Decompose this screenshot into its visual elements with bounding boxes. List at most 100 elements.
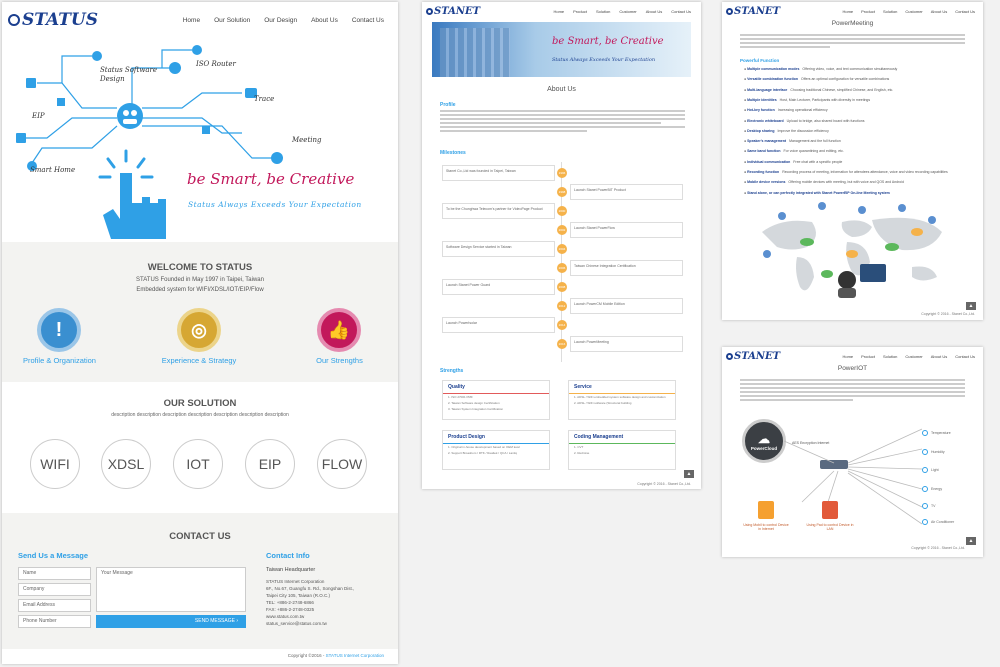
hub-users-icon xyxy=(117,103,143,129)
profile-heading: Profile xyxy=(440,102,456,108)
nav-contact-us[interactable]: Contact Us xyxy=(955,354,975,359)
strengths-thumb-icon[interactable]: 👍 xyxy=(317,308,361,352)
chart-icon xyxy=(57,98,65,106)
nav-solution[interactable]: Solution xyxy=(883,354,897,359)
nav-product[interactable]: Product xyxy=(573,9,587,14)
scroll-top-button[interactable]: ▲ xyxy=(966,302,976,310)
nav-customer[interactable]: Customer xyxy=(619,9,636,14)
strength-card-service: Service 1. ADSL / WiFi embedded system s… xyxy=(568,380,676,420)
milestone-box: To be the Chunghwa Telecom's partner for… xyxy=(442,203,555,219)
nav-customer[interactable]: Customer xyxy=(905,9,922,14)
function-item: ● Individual communication Free chat with… xyxy=(744,159,843,164)
scroll-top-button[interactable]: ▲ xyxy=(684,470,694,478)
stanet-logo[interactable]: STANET xyxy=(726,6,780,17)
nav-customer[interactable]: Customer xyxy=(905,354,922,359)
nav-home[interactable]: Home xyxy=(553,9,564,14)
status-header: STATUS Home Our Solution Our Design Abou… xyxy=(2,2,398,38)
nav-about-us[interactable]: About Us xyxy=(931,9,947,14)
nav-home[interactable]: Home xyxy=(842,354,853,359)
profile-text-lines xyxy=(440,110,685,134)
eip-icon xyxy=(26,78,36,88)
meeting-header: STANET Home Product Solution Customer Ab… xyxy=(722,2,983,20)
nav-product[interactable]: Product xyxy=(861,9,875,14)
nav-contact-us[interactable]: Contact Us xyxy=(955,9,975,14)
email-input[interactable]: Email Address xyxy=(18,599,91,612)
scroll-top-button[interactable]: ▲ xyxy=(966,537,976,545)
nav-product[interactable]: Product xyxy=(861,354,875,359)
solution-flow[interactable]: FLOW xyxy=(317,439,367,489)
logo-orbit-icon xyxy=(8,14,20,26)
strategy-target-icon[interactable]: ◎ xyxy=(177,308,221,352)
nav-our-solution[interactable]: Our Solution xyxy=(214,17,250,24)
company-input[interactable]: Company xyxy=(18,583,91,596)
air-conditioner-icon xyxy=(922,519,928,525)
nav-our-design[interactable]: Our Design xyxy=(264,17,297,24)
nav-about-us[interactable]: About Us xyxy=(931,354,947,359)
email-link[interactable]: status_service@status.com.tw xyxy=(266,620,354,627)
function-item: ● Electronic whiteboard Upload to bridge,… xyxy=(744,118,865,123)
humidity-icon xyxy=(922,449,928,455)
iot-connection-lines xyxy=(783,428,922,525)
stanet-logo[interactable]: STANET xyxy=(426,6,480,17)
name-input[interactable]: Name xyxy=(18,567,91,580)
device-tv: TV xyxy=(922,503,935,509)
energy-icon xyxy=(922,486,928,492)
status-nav: Home Our Solution Our Design About Us Co… xyxy=(183,17,384,24)
feature-experience-strategy[interactable]: Experience & Strategy xyxy=(149,356,249,365)
send-message-button[interactable]: SEND MESSAGE › xyxy=(96,615,246,628)
milestones-heading: Milestones xyxy=(440,150,466,156)
label-trace: Trace xyxy=(254,95,275,103)
meeting-icon xyxy=(271,152,283,164)
solution-eip[interactable]: EIP xyxy=(245,439,295,489)
banner-sub-slogan: Status Always Exceeds Your Expectation xyxy=(552,57,656,63)
nav-contact-us[interactable]: Contact Us xyxy=(671,9,691,14)
nav-about-us[interactable]: About Us xyxy=(646,9,662,14)
stanet-logo[interactable]: STANET xyxy=(726,351,780,362)
function-item: ● Multi-language interface Choosing tradi… xyxy=(744,87,894,92)
nav-home[interactable]: Home xyxy=(183,17,200,24)
feature-profile-organization[interactable]: Profile & Organization xyxy=(12,356,107,365)
plane-icon xyxy=(202,126,210,134)
milestone-year-badge: 2006 xyxy=(557,263,567,273)
functions-heading: Powerful Function xyxy=(740,58,780,63)
logo-orbit-icon xyxy=(426,7,433,15)
strength-card-coding-management: Coding Management 1. CVT 2. Redmine xyxy=(568,430,676,470)
status-logo[interactable]: STATUS xyxy=(8,10,98,30)
strength-card-product-design: Product Design 1. Original in-house deve… xyxy=(442,430,550,470)
nav-home[interactable]: Home xyxy=(842,9,853,14)
milestone-box: Launch Stanet Power Guard xyxy=(442,279,555,295)
solution-title: OUR SOLUTION xyxy=(163,398,237,409)
solution-xdsl[interactable]: XDSL xyxy=(101,439,151,489)
nav-solution[interactable]: Solution xyxy=(596,9,610,14)
welcome-section: WELCOME TO STATUS STATUS Founded in May … xyxy=(2,242,398,382)
light-icon xyxy=(922,467,928,473)
milestone-box: Stanet Co.,Ltd was founded in Taipei, Ta… xyxy=(442,165,555,181)
feature-our-strengths[interactable]: Our Strengths xyxy=(292,356,387,365)
nav-about-us[interactable]: About Us xyxy=(311,17,338,24)
about-us-page: STANET Home Product Solution Customer Ab… xyxy=(422,2,701,489)
solution-iot[interactable]: IOT xyxy=(173,439,223,489)
milestone-year-badge: 2012 xyxy=(557,301,567,311)
meeting-nav: Home Product Solution Customer About Us … xyxy=(842,9,975,14)
website-link[interactable]: www.status.com.tw xyxy=(266,613,354,620)
hero-sub-slogan: Status Always Exceeds Your Expectation xyxy=(188,200,362,209)
milestone-box: Launch Stanet PowerBIT Product xyxy=(570,184,683,200)
meeting-intro-lines xyxy=(740,34,965,48)
milestone-year-badge: 2008 xyxy=(557,282,567,292)
strengths-heading: Strengths xyxy=(440,368,464,374)
about-header: STANET Home Product Solution Customer Ab… xyxy=(422,2,701,20)
hq-title: Taiwan Headquarter xyxy=(266,567,316,573)
device-energy: Energy xyxy=(922,486,942,492)
label-smart-home: Smart Home xyxy=(30,166,76,174)
message-textarea[interactable]: Your Message xyxy=(96,567,246,612)
solution-wifi[interactable]: WIFI xyxy=(30,439,80,489)
milestone-year-badge: 2000 xyxy=(557,206,567,216)
contact-title: CONTACT US xyxy=(169,531,231,542)
device-air-conditioner: Air Conditioner xyxy=(922,519,954,525)
nav-solution[interactable]: Solution xyxy=(883,9,897,14)
label-meeting: Meeting xyxy=(292,136,322,144)
profile-info-icon[interactable]: ! xyxy=(37,308,81,352)
milestone-year-badge: 1998 xyxy=(557,187,567,197)
nav-contact-us[interactable]: Contact Us xyxy=(352,17,384,24)
phone-input[interactable]: Phone Number xyxy=(18,615,91,628)
